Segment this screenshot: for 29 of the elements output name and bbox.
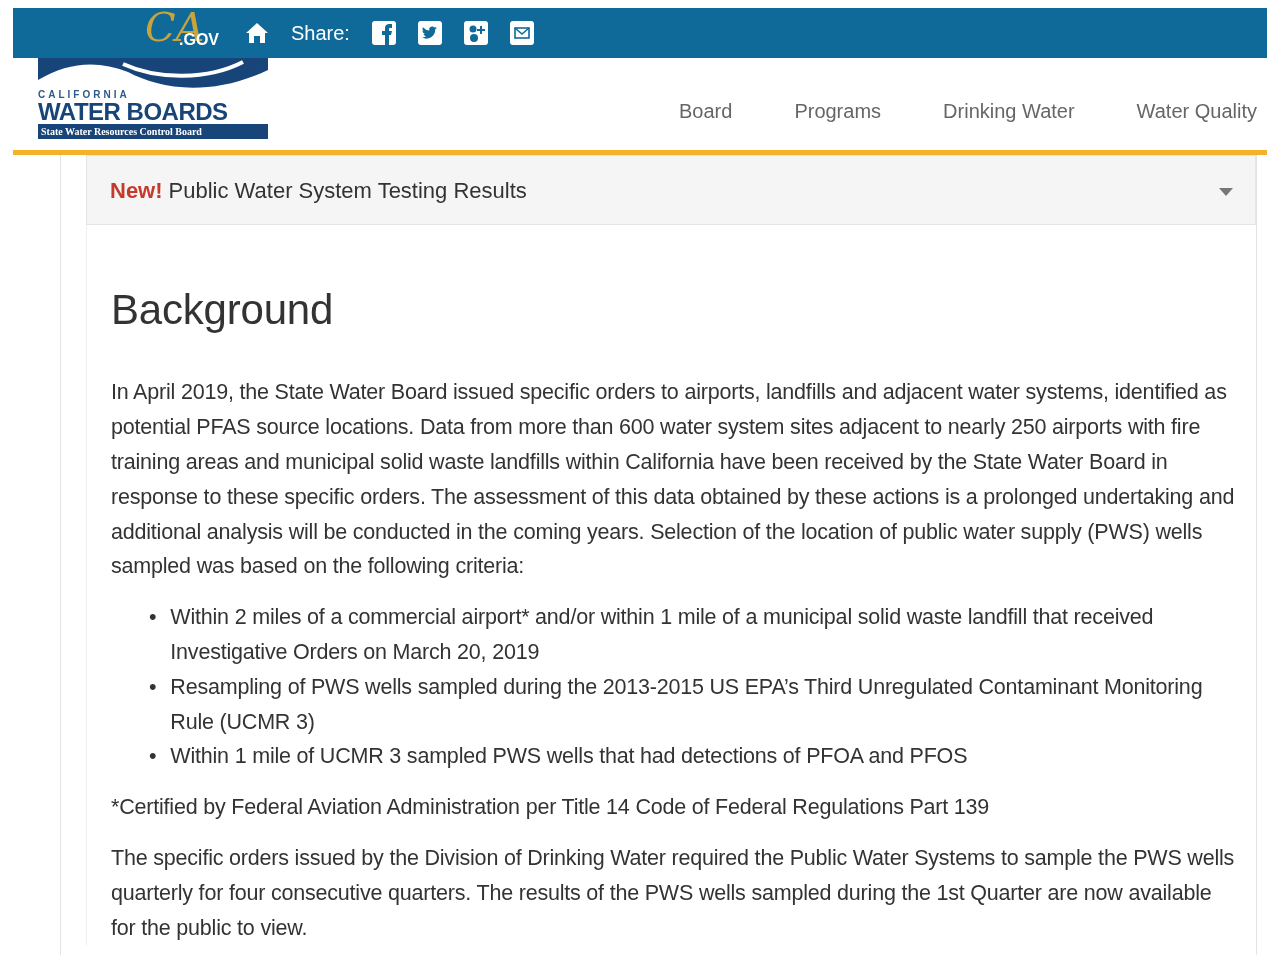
new-label: New! — [110, 176, 163, 205]
criteria-item: Resampling of PWS wells sampled during the 2013-2015 US EPA’s Third Unregulated Contaminant Monitoring Rule (UCMR 3) — [170, 673, 1204, 736]
share-label: Share: — [291, 21, 350, 46]
ca-gov-logo[interactable]: CA .GOV — [143, 8, 223, 58]
logo-subtitle: State Water Resources Control Board — [38, 124, 268, 139]
logo-state-text: CALIFORNIA — [38, 90, 131, 100]
facebook-icon[interactable] — [371, 21, 396, 45]
caret-icon[interactable] — [1219, 187, 1233, 196]
wave-logo-icon — [38, 58, 268, 90]
section-heading: Background — [111, 285, 335, 335]
nav-link[interactable]: Programs — [742, 96, 892, 126]
paragraph: The specific orders issued by the Division of Drinking Water required the Public Water Systems to sample the PWS wells quarterly for four consecutive quarters. The results of the PWS wells sampled during the 1st Quarter are now available for the public to view. — [111, 844, 1236, 942]
email-icon[interactable] — [509, 21, 534, 45]
panel-title: Public Water System Testing Results — [168, 176, 527, 205]
home-icon[interactable] — [245, 22, 269, 44]
logo-title: WATER BOARDS — [38, 100, 229, 124]
criteria-item: Within 1 mile of UCMR 3 sampled PWS wells that had detections of PFOA and PFOS — [170, 743, 968, 771]
nav-link[interactable]: Board — [627, 96, 743, 126]
nav-link[interactable]: Drinking Water — [891, 96, 1085, 126]
nav-link[interactable]: Water Quality — [1084, 96, 1267, 126]
bullet-marker: • — [149, 743, 157, 771]
footnote: *Certified by Federal Aviation Administration per Title 14 Code of Federal Regulations Part 139 — [111, 794, 991, 822]
google-plus-icon[interactable] — [463, 21, 488, 45]
paragraph: In April 2019, the State Water Board issued specific orders to airports, landfills and adjacent water systems, identified as potential PFAS source locations. Data from more than 600 water system sites adjacent to nearly 250 airports with fire training areas and municipal solid waste landfills within California have been received by the State Water Board in response to these specific orders. The assessment of this data obtained by these actions is a prolonged undertaking and additional analysis will be conducted in the coming years. Selection of the location of public water supply (PWS) wells sampled was based on the following criteria: — [111, 379, 1236, 581]
bullet-marker: • — [149, 673, 157, 701]
bullet-marker: • — [149, 604, 157, 632]
twitter-icon[interactable] — [417, 21, 442, 45]
criteria-item: Within 2 miles of a commercial airport* and/or within 1 mile of a municipal solid waste landfill that received Investigative Orders on March 20, 2019 — [170, 604, 1155, 666]
panel-header[interactable]: New! Public Water System Testing Results — [86, 155, 1256, 225]
